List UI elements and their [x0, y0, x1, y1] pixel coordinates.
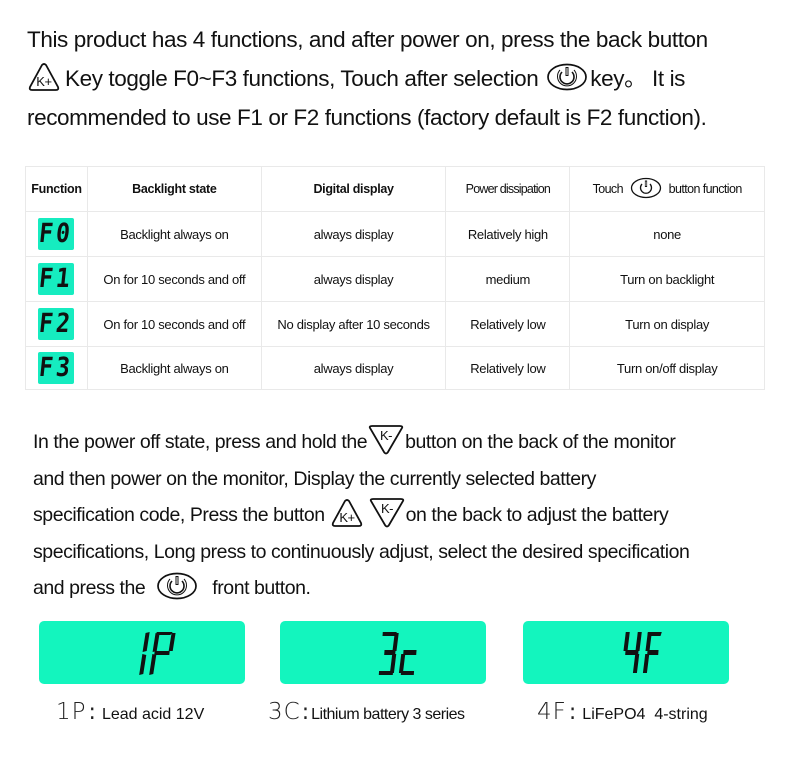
cell-power: Relatively high	[445, 211, 571, 257]
howto-paragraph: In the power off state, press and hold t…	[33, 424, 783, 607]
function-table: Function Backlight state Digital display…	[25, 166, 765, 390]
svg-text:K+: K+	[36, 74, 51, 89]
cell-backlight: Backlight always on	[86, 346, 262, 390]
lcd-digits	[523, 621, 729, 684]
howto-line-1-a: In the power off state, press and hold t…	[33, 431, 368, 453]
function-badge-f0: F0	[38, 218, 75, 250]
spec-caption-1p: 1P: Lead acid 12V	[56, 699, 204, 725]
howto-line-2: and then power on the monitor, Display t…	[33, 467, 596, 490]
cell-digital: always display	[260, 346, 447, 390]
table-row: F1 On for 10 seconds and off always disp…	[25, 256, 765, 302]
header-function: Function	[25, 166, 88, 212]
cell-touch: none	[569, 211, 765, 257]
spec-caption-3c: 3C: Lithium battery 3 series	[268, 699, 465, 725]
cell-backlight: On for 10 seconds and off	[86, 301, 262, 347]
howto-line-1: In the power off state, press and hold t…	[33, 424, 783, 461]
function-badge-f1: F1	[38, 263, 75, 295]
power-button-icon	[630, 177, 662, 199]
table-row: F3 Backlight always on always display Re…	[25, 346, 765, 390]
cell-function: F3	[25, 346, 88, 390]
table-header-row: Function Backlight state Digital display…	[25, 166, 765, 212]
spec-colon: :	[88, 700, 96, 725]
intro-line-2-text: Key toggle F0~F3 functions, Touch after …	[65, 66, 539, 91]
spec-caption-4f: 4F: LiFePO4 4-string	[537, 699, 708, 725]
cell-power: Relatively low	[445, 301, 571, 347]
intro-line-2-end: key。 It is	[590, 66, 686, 91]
function-badge-f3: F3	[38, 352, 75, 384]
cell-digital: No display after 10 seconds	[260, 301, 447, 347]
intro-line-1: This product has 4 functions, and after …	[27, 27, 708, 52]
spec-desc: Lead acid 12V	[101, 706, 205, 723]
header-backlight: Backlight state	[86, 166, 262, 212]
lcd-display-1p	[39, 621, 245, 684]
spec-code: 4F	[537, 699, 567, 725]
cell-power: medium	[445, 256, 571, 302]
cell-power: Relatively low	[445, 346, 571, 390]
key-minus-icon: K-	[368, 497, 406, 528]
howto-line-5-a: and press the	[33, 577, 146, 599]
intro-line-3: recommended to use F1 or F2 functions (f…	[27, 105, 707, 130]
power-button-icon	[156, 571, 198, 601]
cell-function: F0	[25, 211, 88, 257]
spec-desc: Lithium battery 3 series	[311, 706, 465, 723]
table-row: F2 On for 10 seconds and off No display …	[25, 301, 765, 347]
intro-paragraph: This product has 4 functions, and after …	[27, 20, 787, 137]
seven-segment-3c	[378, 631, 417, 675]
header-touch-button-function: Touch button function	[569, 166, 765, 212]
header-touch-prefix: Touch	[592, 181, 624, 196]
spec-code: 3C	[268, 699, 301, 725]
howto-line-3-a: specification code, Press the button	[33, 504, 325, 526]
power-button-icon	[546, 62, 588, 92]
cell-function: F2	[25, 301, 88, 347]
svg-text:K-: K-	[381, 501, 393, 516]
cell-touch: Turn on/off display	[569, 346, 765, 390]
cell-touch: Turn on display	[569, 301, 765, 347]
howto-line-3-b: on the back to adjust the battery	[405, 504, 669, 526]
howto-line-1-b: button on the back of the monitor	[405, 431, 676, 453]
key-plus-icon: K+	[330, 498, 364, 528]
lcd-digits	[280, 621, 486, 684]
cell-backlight: On for 10 seconds and off	[86, 256, 262, 302]
svg-text:K-: K-	[380, 428, 392, 443]
howto-line-5-b: front button.	[212, 577, 311, 599]
howto-line-5: and press the front button.	[33, 570, 783, 607]
cell-touch: Turn on backlight	[569, 256, 765, 302]
lcd-digits	[39, 621, 245, 684]
header-power-dissipation: Power dissipation	[445, 166, 571, 212]
cell-digital: always display	[260, 256, 447, 302]
header-digital-display: Digital display	[260, 166, 447, 212]
intro-line-2: K+ Key toggle F0~F3 functions, Touch aft…	[27, 59, 787, 98]
cell-digital: always display	[260, 211, 447, 257]
header-touch-suffix: button function	[668, 181, 743, 196]
cell-function: F1	[25, 256, 88, 302]
cell-backlight: Backlight always on	[86, 211, 262, 257]
key-plus-icon: K+	[27, 62, 61, 92]
howto-line-3: specification code, Press the button K+ …	[33, 497, 783, 534]
spec-colon: :	[301, 700, 310, 725]
seven-segment-1p	[139, 631, 176, 675]
svg-text:K+: K+	[339, 510, 354, 525]
spec-colon: :	[568, 700, 577, 725]
table-row: F0 Backlight always on always display Re…	[25, 211, 765, 257]
lcd-display-4f	[523, 621, 729, 684]
seven-segment-4f	[623, 631, 662, 673]
spec-code: 1P	[56, 699, 87, 725]
lcd-display-3c	[280, 621, 486, 684]
function-badge-f2: F2	[38, 308, 75, 340]
key-minus-icon: K-	[367, 424, 405, 455]
spec-desc: LiFePO4 4-string	[582, 706, 708, 723]
howto-line-4: specifications, Long press to continuous…	[33, 540, 690, 563]
